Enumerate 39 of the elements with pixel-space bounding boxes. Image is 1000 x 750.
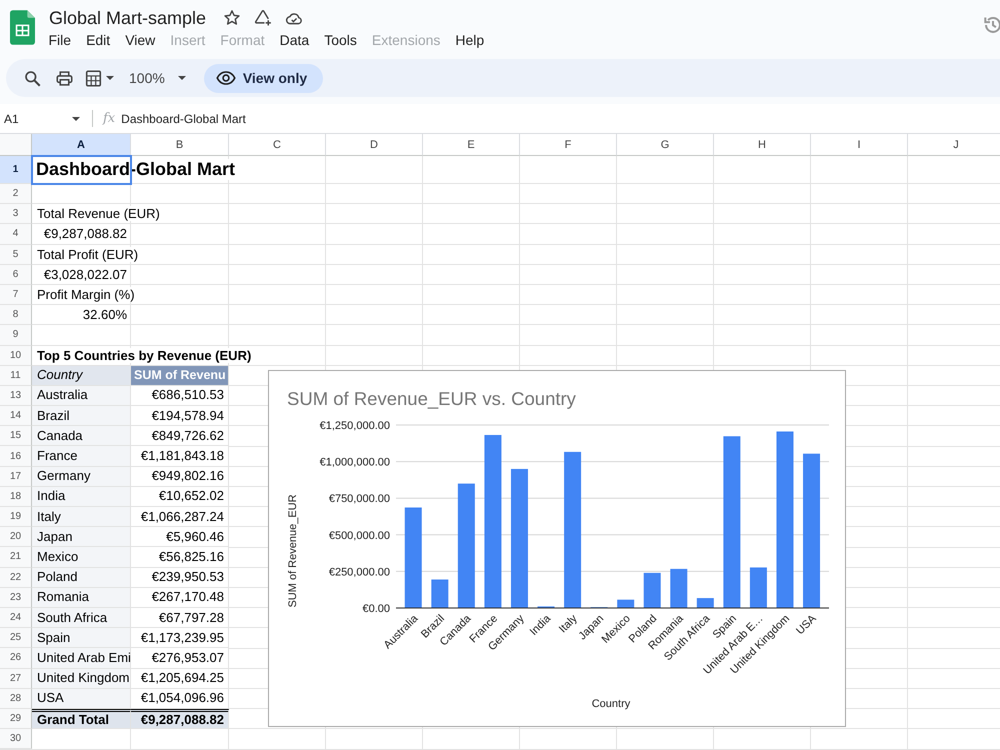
tick-label: €250,000.00 [328, 566, 390, 578]
tick-label: €0.00 [362, 603, 390, 615]
category-label: Italy [556, 612, 580, 636]
table-cell: United Arab Emi [32, 648, 131, 668]
table-cell: Canada [32, 426, 131, 446]
table-cell: India [32, 486, 131, 507]
table-header: Country [32, 366, 131, 386]
section-heading: Top 5 Countries by Revenue (EUR) [37, 348, 252, 363]
table-cell: Germany [32, 466, 131, 487]
function-symbol: fx [103, 111, 116, 126]
total-cell: Grand Total [32, 708, 131, 730]
table-cell: Spain [32, 628, 131, 648]
table-cell: Romania [32, 588, 131, 608]
tick-label: €1,250,000.00 [320, 420, 390, 432]
table-cell: Italy [32, 507, 131, 528]
table-cell: France [32, 446, 131, 467]
chart-title: SUM of Revenue_EUR vs. Country [287, 388, 576, 409]
table-cell: Japan [32, 527, 131, 548]
metric-value: 32.60% [82, 307, 127, 322]
metric-label: Total Revenue (EUR) [37, 206, 160, 222]
table-cell: Brazil [32, 406, 131, 426]
metric-label: Total Profit (EUR) [37, 246, 138, 262]
tick-label: €750,000.00 [328, 493, 390, 506]
tick-label: €500,000.00 [328, 530, 390, 542]
metric-value: €9,287,088.82 [44, 226, 127, 242]
metric-value: €3,028,022.07 [44, 266, 127, 282]
axis-title: SUM of Revenue_EUR [287, 494, 299, 608]
total-cell: €9,287,088.82 [131, 708, 229, 730]
table-cell: USA [32, 688, 131, 709]
axis-title: Country [592, 698, 630, 710]
tick-label: €1,000,000.00 [320, 456, 390, 469]
table-cell: Poland [32, 568, 131, 588]
metric-label: Profit Margin (%) [37, 287, 135, 302]
table-cell: South Africa [32, 608, 131, 628]
table-cell: Australia [32, 386, 131, 406]
category-label: USA [794, 612, 819, 638]
table-header: SUM of Revenu [131, 366, 229, 386]
table-cell: Mexico [32, 547, 131, 568]
table-cell: United Kingdom [32, 668, 131, 689]
